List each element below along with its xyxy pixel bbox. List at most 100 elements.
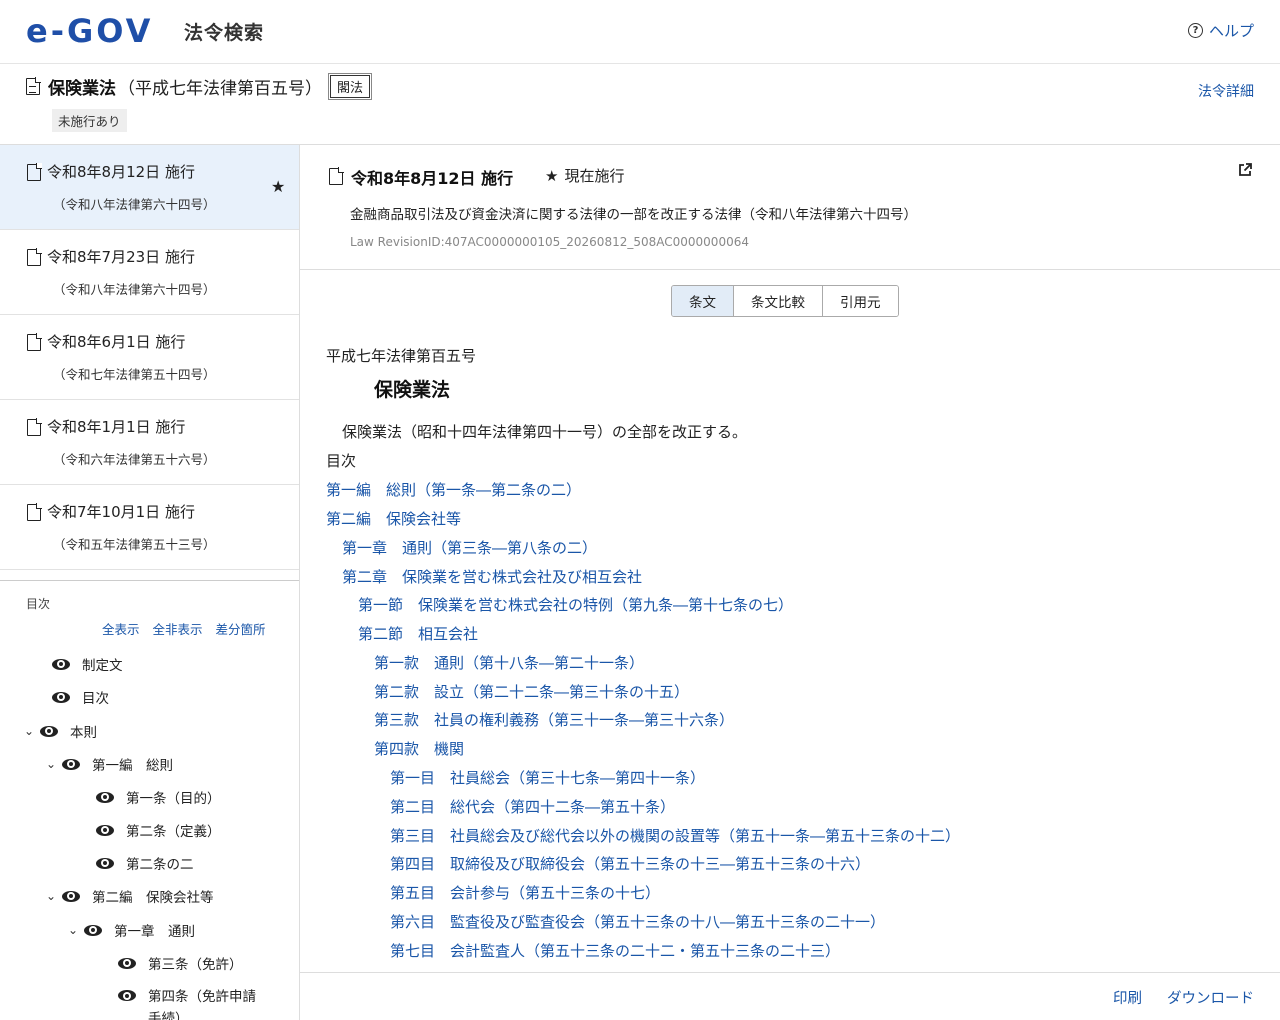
status-label: 現在施行: [564, 167, 625, 185]
logo-text: e-GOV: [26, 12, 154, 50]
toc-link[interactable]: 第二目 総代会（第四十二条―第五十条）: [390, 796, 675, 817]
toc-link[interactable]: 第一款 通則（第十八条―第二十一条）: [374, 652, 644, 673]
eye-icon[interactable]: [62, 758, 80, 770]
footer-bar: 印刷 ダウンロード: [300, 972, 1280, 1020]
revision-list: 令和8年8月12日 施行 （令和八年法律第六十四号） ★ 令和8年7月23日 施…: [0, 145, 299, 581]
document-icon: [27, 163, 42, 181]
eye-icon[interactable]: [118, 990, 136, 1001]
revision-item[interactable]: 令和7年10月1日 施行 （令和五年法律第五十三号）: [0, 485, 299, 570]
help-label: ヘルプ: [1208, 22, 1254, 40]
toc-actions: 全表示 全非表示 差分箇所: [102, 619, 266, 638]
tab-cited-by[interactable]: 引用元: [823, 286, 898, 316]
revision-date: 令和8年8月12日 施行: [47, 163, 195, 181]
toc-link[interactable]: 第一章 通則（第三条―第八条の二）: [342, 537, 597, 558]
toc-link[interactable]: 第六目 監査役及び監査役会（第五十三条の十八―第五十三条の二十一）: [390, 911, 885, 932]
view-tabs: 条文 条文比較 引用元: [671, 285, 899, 317]
revision-law: （令和八年法律第六十四号）: [53, 197, 216, 212]
toc-link[interactable]: 第五目 会計参与（第五十三条の十七）: [390, 882, 660, 903]
eye-icon[interactable]: [84, 924, 102, 936]
toc-link[interactable]: 第一節 保険業を営む株式会社の特例（第九条―第十七条の七）: [358, 594, 793, 615]
toc-node[interactable]: ⌄ 第二編 保険会社等: [46, 886, 214, 906]
toc-node[interactable]: 第二条の二: [80, 853, 194, 873]
print-link[interactable]: 印刷: [1113, 987, 1142, 1008]
revision-date: 令和8年6月1日 施行: [47, 333, 186, 351]
document-icon: [27, 503, 42, 521]
star-icon: ★: [545, 166, 559, 185]
revision-item[interactable]: 令和8年8月12日 施行 （令和八年法律第六十四号） ★: [0, 145, 299, 230]
law-title: 保険業法: [374, 379, 451, 401]
toc-heading: 目次: [326, 452, 357, 470]
toc-node[interactable]: 第四条（免許申請手続）: [102, 986, 268, 1020]
status: ★ 現在施行: [545, 165, 624, 186]
revision-item[interactable]: 令和8年1月1日 施行 （令和六年法律第五十六号）: [0, 400, 299, 485]
revision-item[interactable]: 令和8年6月1日 施行 （令和七年法律第五十四号）: [0, 315, 299, 400]
main-content: 令和8年8月12日 施行 ★ 現在施行 金融商品取引法及び資金決済に関する法律の…: [300, 145, 1280, 1020]
eye-icon[interactable]: [118, 957, 136, 969]
toc-label: 目次: [26, 597, 51, 611]
toc-link[interactable]: 第四款 機関: [374, 738, 464, 759]
eye-icon[interactable]: [40, 725, 58, 737]
toc-node[interactable]: ⌄ 第一章 通則: [68, 920, 195, 940]
toc-link[interactable]: 第七目 会計監査人（第五十三条の二十二・第五十三条の二十三）: [390, 940, 840, 961]
preamble: 保険業法（昭和十四年法律第四十一号）の全部を改正する。: [342, 423, 748, 441]
external-link-icon[interactable]: [1238, 163, 1252, 177]
eye-icon[interactable]: [96, 791, 114, 803]
tab-compare[interactable]: 条文比較: [734, 286, 823, 316]
toc-link[interactable]: 第三目 社員総会及び総代会以外の機関の設置等（第五十一条―第五十三条の十二）: [390, 825, 960, 846]
show-all-link[interactable]: 全表示: [102, 619, 140, 638]
egov-logo[interactable]: e-GOV: [26, 12, 154, 50]
toc-link[interactable]: 第一目 社員総会（第三十七条―第四十一条）: [390, 767, 705, 788]
toc-node[interactable]: 制定文: [36, 654, 123, 674]
toc-node[interactable]: ⌄ 第一編 総則: [46, 754, 173, 774]
law-kind-badge: 閣法: [327, 73, 373, 100]
toc-node[interactable]: 第二条（定義）: [80, 820, 221, 840]
toc-link[interactable]: 第二款 設立（第二十二条―第三十条の十五）: [374, 681, 689, 702]
toc-link[interactable]: 第二編 保険会社等: [326, 508, 461, 529]
toc-link[interactable]: 第一編 総則（第一条―第二条の二）: [326, 479, 581, 500]
chevron-down-icon[interactable]: ⌄: [24, 724, 40, 738]
diff-link[interactable]: 差分箇所: [216, 619, 266, 638]
toc-node[interactable]: ⌄ 本則: [24, 721, 97, 741]
toc-node[interactable]: 第一条（目的）: [80, 787, 221, 807]
toc-node[interactable]: 第三条（免許）: [102, 953, 243, 973]
eye-icon[interactable]: [52, 691, 70, 703]
eye-icon[interactable]: [96, 824, 114, 836]
law-detail-link[interactable]: 法令詳細: [1198, 81, 1254, 101]
chevron-down-icon[interactable]: ⌄: [68, 923, 84, 937]
eye-icon[interactable]: [96, 857, 114, 869]
document-icon: [27, 333, 42, 351]
toc-node[interactable]: 目次: [36, 687, 109, 707]
download-link[interactable]: ダウンロード: [1167, 987, 1254, 1008]
document-icon: [26, 77, 41, 95]
revision-law: （令和六年法律第五十六号）: [53, 452, 216, 467]
toc-link[interactable]: 第二章 保険業を営む株式会社及び相互会社: [342, 566, 642, 587]
help-link[interactable]: ? ヘルプ: [1187, 20, 1254, 41]
eye-icon[interactable]: [62, 890, 80, 902]
toc-link[interactable]: 第二節 相互会社: [358, 623, 478, 644]
revision-item[interactable]: 令和8年7月23日 施行 （令和八年法律第六十四号）: [0, 230, 299, 315]
hide-all-link[interactable]: 全非表示: [153, 619, 203, 638]
revision-date: 令和8年1月1日 施行: [47, 418, 186, 436]
amending-law: 金融商品取引法及び資金決済に関する法律の一部を改正する法律（令和八年法律第六十四…: [350, 207, 917, 223]
revision-law: （令和八年法律第六十四号）: [53, 282, 216, 297]
star-icon: ★: [271, 177, 286, 196]
unenforced-tag: 未施行あり: [52, 109, 127, 132]
revision-header: 令和8年8月12日 施行 ★ 現在施行 金融商品取引法及び資金決済に関する法律の…: [300, 145, 1280, 270]
site-title: 法令検索: [184, 22, 265, 44]
law-number: （平成七年法律第百五号）: [118, 79, 322, 99]
eye-icon[interactable]: [52, 658, 70, 670]
chevron-down-icon[interactable]: ⌄: [46, 889, 62, 903]
document-icon: [27, 418, 42, 436]
top-bar: e-GOV 法令検索 ? ヘルプ: [0, 0, 1280, 64]
toc-link[interactable]: 第三款 社員の権利義務（第三十一条―第三十六条）: [374, 709, 734, 730]
revision-date: 令和7年10月1日 施行: [47, 503, 195, 521]
tab-articles[interactable]: 条文: [672, 286, 734, 316]
sidebar: 令和8年8月12日 施行 （令和八年法律第六十四号） ★ 令和8年7月23日 施…: [0, 145, 300, 1020]
revision-date: 令和8年8月12日 施行: [351, 169, 514, 188]
toc-link[interactable]: 第四目 取締役及び取締役会（第五十三条の十三―第五十三条の十六）: [390, 853, 870, 874]
chevron-down-icon[interactable]: ⌄: [46, 757, 62, 771]
law-title-row: 保険業法 （平成七年法律第百五号） 閣法: [26, 73, 373, 100]
document-icon: [27, 248, 42, 266]
revision-id: Law RevisionID:407AC0000000105_20260812_…: [350, 235, 749, 249]
help-icon: ?: [1187, 23, 1203, 38]
